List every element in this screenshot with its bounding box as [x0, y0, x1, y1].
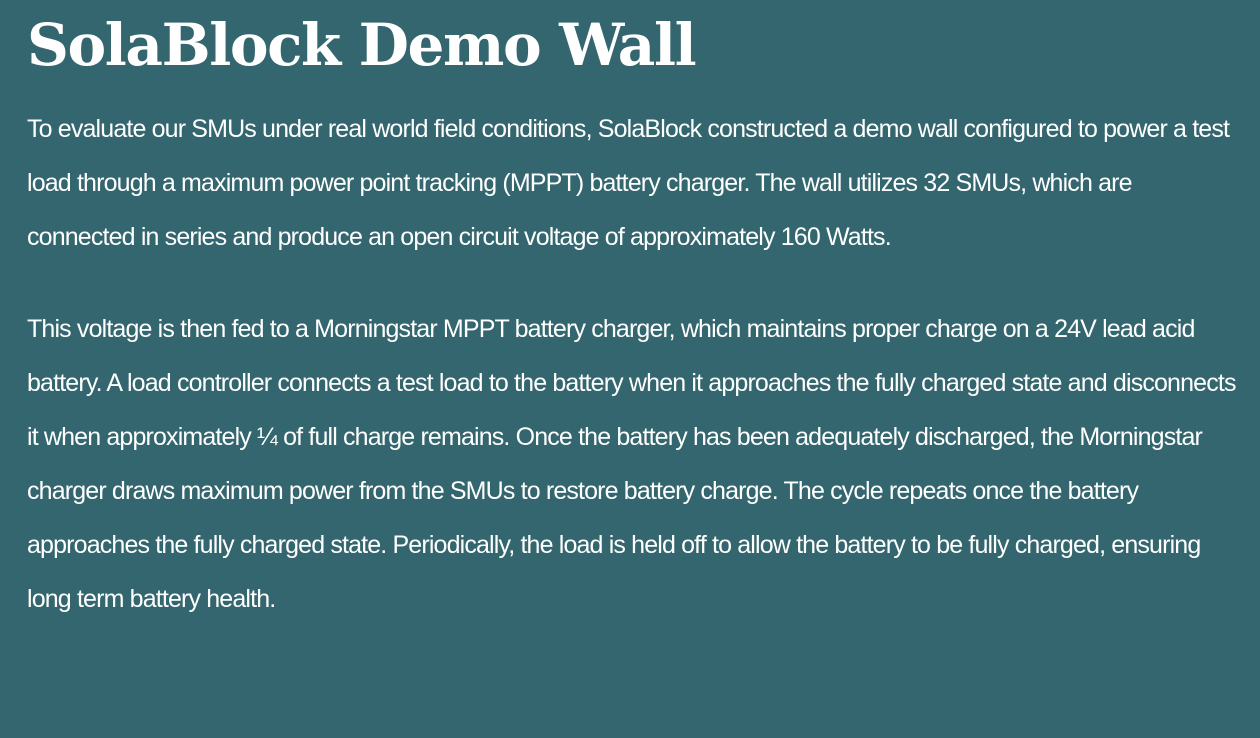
page-content: SolaBlock Demo Wall To evaluate our SMUs… [0, 0, 1260, 738]
intro-paragraph: To evaluate our SMUs under real world fi… [27, 115, 1230, 251]
page-title: SolaBlock Demo Wall [27, 11, 697, 79]
operation-paragraph: This voltage is then fed to a Morningsta… [27, 315, 1236, 613]
